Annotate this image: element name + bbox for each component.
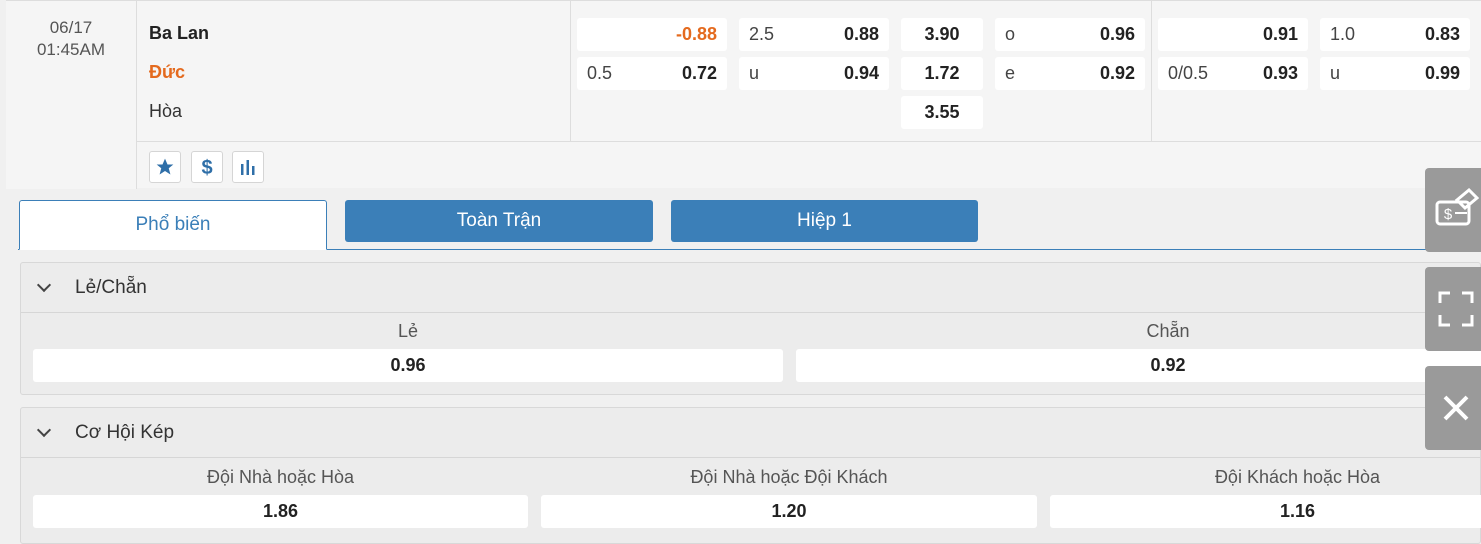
h1-hdp-away-value: 0.93 — [1262, 63, 1298, 83]
ou-over-odds[interactable]: 2.5 0.88 — [739, 18, 889, 51]
hdp-home-value: -0.88 — [675, 24, 717, 44]
ou-over-value: 0.88 — [843, 24, 879, 44]
close-button[interactable] — [1425, 366, 1481, 450]
x12-draw-odds[interactable]: 3.55 — [901, 96, 983, 129]
ou-under-label: u — [749, 63, 760, 83]
ou-line: 2.5 — [749, 24, 775, 44]
fullscreen-button[interactable] — [1425, 267, 1481, 351]
svg-text:$: $ — [1444, 206, 1453, 223]
x12-draw-value: 3.55 — [924, 102, 960, 122]
dc-home-draw-label: Đội Nhà hoặc Hòa — [206, 467, 355, 487]
bar-chart-icon — [241, 160, 255, 175]
h1-ou-over-odds[interactable]: 1.0 0.83 — [1320, 18, 1470, 51]
oe-even-value: 0.92 — [1099, 63, 1135, 83]
match-date: 06/17 — [49, 18, 93, 37]
odd-label: Lẻ — [397, 321, 419, 341]
dc-home-draw-odds[interactable]: 1.86 — [33, 495, 528, 528]
h1-hdp-home-odds[interactable]: 0.91 — [1158, 18, 1308, 51]
favorite-button[interactable] — [149, 151, 181, 183]
h1-hdp-line: 0/0.5 — [1168, 63, 1209, 83]
match-time: 01:45AM — [36, 40, 106, 59]
hdp-away-value: 0.72 — [681, 63, 717, 83]
match-datetime: 06/17 01:45AM — [6, 1, 136, 189]
fullscreen-icon — [1438, 291, 1474, 327]
away-team: Đức — [149, 62, 186, 82]
odd-even-section: Lẻ/Chẵn Lẻ 0.96 Chẵn 0.92 — [20, 262, 1481, 395]
odd-even-header[interactable]: Lẻ/Chẵn — [21, 263, 1480, 313]
close-icon — [1443, 395, 1469, 421]
teams: Ba Lan Đức Hòa — [136, 1, 570, 141]
odds-area: -0.88 0.5 0.72 2.5 0.88 u 0.94 3.90 1.72… — [570, 1, 1481, 141]
hdp-home-odds[interactable]: -0.88 — [577, 18, 727, 51]
odd-even-title: Lẻ/Chẵn — [75, 276, 147, 298]
betslip-button[interactable]: $ — [1425, 168, 1481, 252]
x12-away-value: 1.72 — [924, 63, 960, 83]
market-tabs: Phổ biến Toàn Trận Hiệp 1 — [18, 200, 1481, 250]
x12-away-odds[interactable]: 1.72 — [901, 57, 983, 90]
hdp-away-odds[interactable]: 0.5 0.72 — [577, 57, 727, 90]
oe-even-odds[interactable]: e 0.92 — [995, 57, 1145, 90]
dc-home-away-odds[interactable]: 1.20 — [541, 495, 1037, 528]
oe-odd-odds[interactable]: o 0.96 — [995, 18, 1145, 51]
chevron-down-icon — [36, 277, 52, 292]
bet-button[interactable]: $ — [191, 151, 223, 183]
ou-under-odds[interactable]: u 0.94 — [739, 57, 889, 90]
dc-home-away-label: Đội Nhà hoặc Đội Khách — [690, 467, 888, 487]
tab-popular[interactable]: Phổ biến — [19, 200, 327, 250]
h1-hdp-away-odds[interactable]: 0/0.5 0.93 — [1158, 57, 1308, 90]
h1-ou-under-value: 0.99 — [1424, 63, 1460, 83]
svg-text:$: $ — [201, 157, 212, 178]
h1-ou-under-label: u — [1330, 63, 1341, 83]
chevron-down-icon — [36, 422, 52, 437]
match-row: 06/17 01:45AM Ba Lan Đức Hòa -0.88 0.5 0… — [6, 0, 1481, 189]
odd-odds[interactable]: 0.96 — [33, 349, 783, 382]
hdp-away-line: 0.5 — [587, 63, 613, 83]
h1-ou-over-value: 0.83 — [1424, 24, 1460, 44]
h1-hdp-home-value: 0.91 — [1262, 24, 1298, 44]
double-chance-title: Cơ Hội Kép — [75, 421, 175, 443]
ou-under-value: 0.94 — [843, 63, 879, 83]
dc-away-draw-label: Đội Khách hoặc Hòa — [1214, 467, 1381, 487]
oe-odd-value: 0.96 — [1099, 24, 1135, 44]
double-chance-section: Cơ Hội Kép Đội Nhà hoặc Hòa 1.86 Đội Nhà… — [20, 407, 1481, 544]
draw-label: Hòa — [149, 101, 183, 121]
half-divider — [1151, 1, 1152, 141]
tab-full-match[interactable]: Toàn Trận — [345, 200, 653, 242]
even-label: Chẵn — [1146, 321, 1190, 341]
h1-ou-under-odds[interactable]: u 0.99 — [1320, 57, 1470, 90]
home-team: Ba Lan — [149, 23, 210, 43]
h1-ou-line: 1.0 — [1330, 24, 1356, 44]
x12-home-odds[interactable]: 3.90 — [901, 18, 983, 51]
star-icon — [156, 158, 174, 175]
stats-button[interactable] — [232, 151, 264, 183]
oe-even-label: e — [1005, 63, 1016, 83]
double-chance-header[interactable]: Cơ Hội Kép — [21, 408, 1480, 458]
tab-first-half[interactable]: Hiệp 1 — [671, 200, 978, 242]
x12-home-value: 3.90 — [924, 24, 960, 44]
dollar-icon: $ — [201, 157, 212, 178]
betslip-icon: $ — [1435, 188, 1479, 226]
match-actions: $ — [136, 141, 1481, 189]
dc-away-draw-odds[interactable]: 1.16 — [1050, 495, 1481, 528]
even-odds[interactable]: 0.92 — [796, 349, 1481, 382]
oe-odd-label: o — [1005, 24, 1016, 44]
